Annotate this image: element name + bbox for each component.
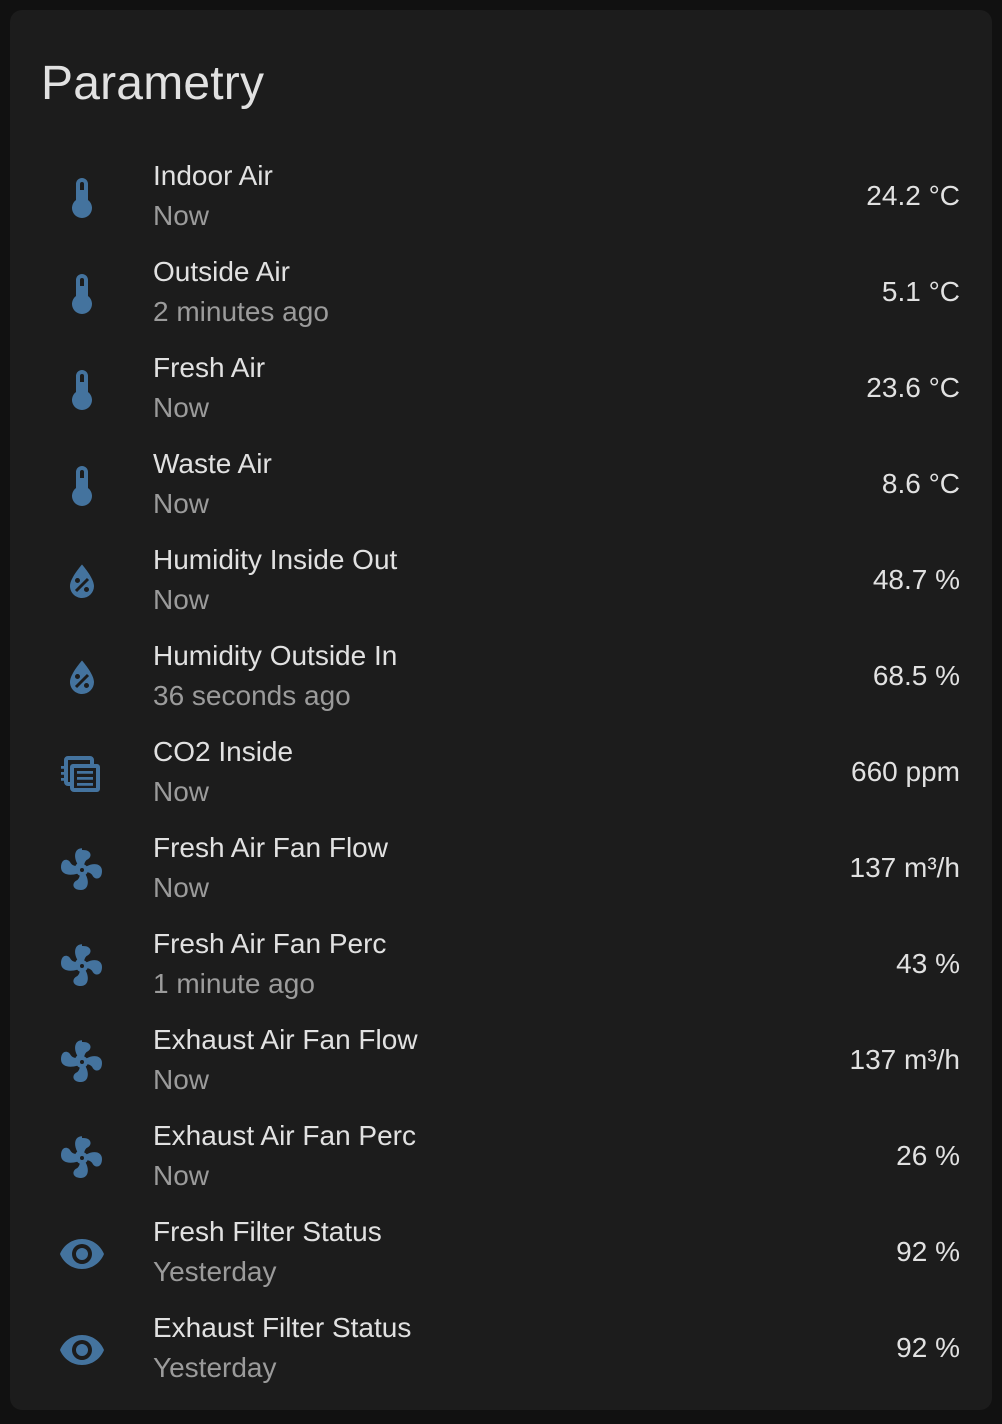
entity-name: Humidity Inside Out — [153, 544, 398, 575]
entity-row-outside-air[interactable]: Outside Air 2 minutes ago 5.1 °C — [10, 246, 992, 342]
entity-name: Fresh Filter Status — [153, 1216, 382, 1247]
entity-last-changed: 36 seconds ago — [153, 680, 351, 711]
thermometer-icon — [58, 366, 106, 414]
entity-last-changed: Now — [153, 488, 210, 519]
entity-row-fresh-air-fan-flow[interactable]: Fresh Air Fan Flow Now 137 m³/h — [10, 822, 992, 918]
entity-row-fresh-air-fan-perc[interactable]: Fresh Air Fan Perc 1 minute ago 43 % — [10, 918, 992, 1014]
entity-row-co2-inside[interactable]: CO2 Inside Now 660 ppm — [10, 726, 992, 822]
entity-name: Exhaust Air Fan Flow — [153, 1024, 418, 1055]
entity-name: Exhaust Filter Status — [153, 1312, 412, 1343]
card-title: Parametry — [41, 57, 265, 110]
entity-row-humidity-outside-in[interactable]: Humidity Outside In 36 seconds ago 68.5 … — [10, 630, 992, 726]
entity-last-changed: Now — [153, 200, 210, 231]
entity-state: 5.1 °C — [881, 276, 960, 307]
entity-state: 92 % — [896, 1332, 960, 1363]
eye-icon — [58, 1230, 106, 1278]
water-percent-icon — [58, 654, 106, 702]
entity-last-changed: 2 minutes ago — [153, 296, 329, 327]
fan-icon — [58, 1134, 106, 1182]
entity-name: Humidity Outside In — [153, 640, 398, 671]
entity-row-exhaust-filter-status[interactable]: Exhaust Filter Status Yesterday 92 % — [10, 1302, 992, 1398]
fan-icon — [58, 942, 106, 990]
entity-name: Waste Air — [153, 448, 272, 479]
entity-state: 23.6 °C — [866, 372, 960, 403]
entity-name: Outside Air — [153, 256, 290, 287]
thermometer-icon — [58, 174, 106, 222]
entity-last-changed: Now — [153, 392, 210, 423]
entity-state: 43 % — [896, 948, 960, 979]
molecule-co2-icon — [58, 750, 106, 798]
entity-state: 137 m³/h — [849, 1044, 961, 1075]
entity-last-changed: Yesterday — [153, 1352, 277, 1383]
entity-name: CO2 Inside — [153, 736, 294, 767]
entity-row-fresh-air[interactable]: Fresh Air Now 23.6 °C — [10, 342, 992, 438]
entity-state: 660 ppm — [851, 756, 960, 787]
entity-state: 68.5 % — [872, 660, 960, 691]
entity-row-exhaust-air-fan-flow[interactable]: Exhaust Air Fan Flow Now 137 m³/h — [10, 1014, 992, 1110]
entity-state: 137 m³/h — [849, 852, 961, 883]
entity-last-changed: Now — [153, 1064, 210, 1095]
entity-list: Indoor Air Now 24.2 °C Outside Air 2 min… — [10, 150, 992, 1398]
fan-icon — [58, 846, 106, 894]
entity-state: 24.2 °C — [866, 180, 960, 211]
entity-name: Fresh Air Fan Perc — [153, 928, 387, 959]
entities-card: Parametry Indoor Air Now 24.2 °C Outside… — [10, 10, 992, 1410]
entity-name: Indoor Air — [153, 160, 273, 191]
entity-name: Fresh Air Fan Flow — [153, 832, 388, 863]
entity-last-changed: Yesterday — [153, 1256, 277, 1287]
entity-row-indoor-air[interactable]: Indoor Air Now 24.2 °C — [10, 150, 992, 246]
entity-state: 8.6 °C — [881, 468, 960, 499]
entity-last-changed: Now — [153, 584, 210, 615]
entity-name: Exhaust Air Fan Perc — [153, 1120, 417, 1151]
entity-last-changed: Now — [153, 1160, 210, 1191]
thermometer-icon — [58, 462, 106, 510]
fan-icon — [58, 1038, 106, 1086]
thermometer-icon — [58, 270, 106, 318]
eye-icon — [58, 1326, 106, 1374]
entity-state: 92 % — [896, 1236, 960, 1267]
entity-state: 48.7 % — [872, 564, 960, 595]
entity-last-changed: 1 minute ago — [153, 968, 315, 999]
entity-row-waste-air[interactable]: Waste Air Now 8.6 °C — [10, 438, 992, 534]
entity-last-changed: Now — [153, 776, 210, 807]
entity-state: 26 % — [896, 1140, 960, 1171]
entity-last-changed: Now — [153, 872, 210, 903]
entity-row-humidity-inside-out[interactable]: Humidity Inside Out Now 48.7 % — [10, 534, 992, 630]
entity-name: Fresh Air — [153, 352, 266, 383]
water-percent-icon — [58, 558, 106, 606]
entity-row-exhaust-air-fan-perc[interactable]: Exhaust Air Fan Perc Now 26 % — [10, 1110, 992, 1206]
entity-row-fresh-filter-status[interactable]: Fresh Filter Status Yesterday 92 % — [10, 1206, 992, 1302]
